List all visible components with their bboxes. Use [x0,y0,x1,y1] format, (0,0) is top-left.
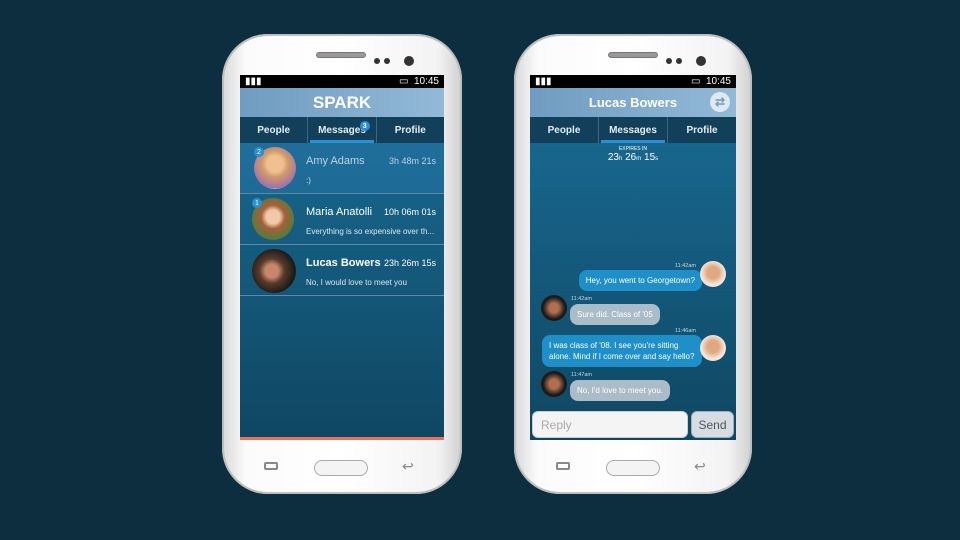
unread-badge: 2 [254,147,264,157]
contact-name: Lucas Bowers [306,257,381,269]
tab-messages[interactable]: Messages [599,117,668,143]
camera [676,58,682,64]
unread-badge: 3 [359,121,370,131]
message-time: 11:42am [571,296,592,302]
avatar [541,295,567,321]
reply-input[interactable]: Reply [532,411,688,438]
message-preview: Everything is so expensive over th... [306,227,435,236]
expiry-time: 23h 26m 15s [383,258,436,268]
message-time: 11:47am [571,372,592,378]
back-key[interactable]: ↩ [694,458,706,475]
tab-profile[interactable]: Profile [377,117,444,143]
tab-people[interactable]: People [240,117,309,143]
front-camera [696,56,706,66]
message-time: 11:42am [675,263,696,269]
front-camera [404,56,414,66]
conversation-item[interactable]: 1 Maria Anatolli 10h 06m 01s Everything … [240,194,444,245]
unread-badge: 1 [252,198,262,208]
tab-messages[interactable]: Messages 3 [308,117,377,143]
clock: 10:45 [413,76,439,87]
message-bubble-received: Sure did. Class of '05 [570,304,660,325]
message-time: 11:46am [675,328,696,334]
contact-name: Maria Anatolli [306,206,373,218]
avatar [700,261,726,287]
status-bar: ▮▮▮ ▭ 10:45 [240,75,444,88]
camera [384,58,390,64]
avatar [700,335,726,361]
speaker [608,52,658,58]
back-key[interactable]: ↩ [402,458,414,475]
signal-icon: ▮▮▮ [535,76,552,87]
avatar [252,249,296,293]
send-button[interactable]: Send [691,411,734,438]
home-button[interactable] [606,460,660,476]
tab-profile[interactable]: Profile [668,117,736,143]
messages-list-screen: ▮▮▮ ▭ 10:45 SPARK People Messages 3 Profil… [240,75,444,440]
menu-key[interactable] [264,462,278,470]
menu-key[interactable] [556,462,570,470]
message-preview: :) [306,176,311,185]
message-preview: No, I would love to meet you [306,278,407,287]
avatar [541,371,567,397]
message-bubble-sent: Hey, you went to Georgetown? [578,270,702,291]
bottom-accent [240,437,444,440]
speaker [316,52,366,58]
battery-icon: ▭ [690,76,701,87]
conversation-item[interactable]: 2 Amy Adams 3h 48m 21s :) [240,143,444,194]
status-bar: ▮▮▮ ▭ 10:45 [530,75,736,88]
chat-screen: ▮▮▮ ▭ 10:45 Lucas Bowers ⇄ People Message… [530,75,736,440]
home-button[interactable] [314,460,368,476]
swap-icon[interactable]: ⇄ [710,92,730,112]
tab-people[interactable]: People [530,117,599,143]
message-bubble-received: No, I'd love to meet you. [570,380,671,401]
signal-icon: ▮▮▮ [245,76,262,87]
clock: 10:45 [705,76,731,87]
camera [666,58,672,64]
battery-icon: ▭ [398,76,409,87]
camera [374,58,380,64]
expiry-time: 10h 06m 01s [383,207,436,217]
expiry-countdown: EXPIRES IN 23h 26m 15s [607,146,659,163]
message-bubble-sent: I was class of '08. I see you're sitting… [542,335,702,367]
contact-name: Amy Adams [306,155,365,167]
expiry-time: 3h 48m 21s [388,156,436,166]
app-title: SPARK [240,88,444,117]
chat-title: Lucas Bowers [588,95,678,110]
conversation-item[interactable]: Lucas Bowers 23h 26m 15s No, I would lov… [240,245,444,296]
